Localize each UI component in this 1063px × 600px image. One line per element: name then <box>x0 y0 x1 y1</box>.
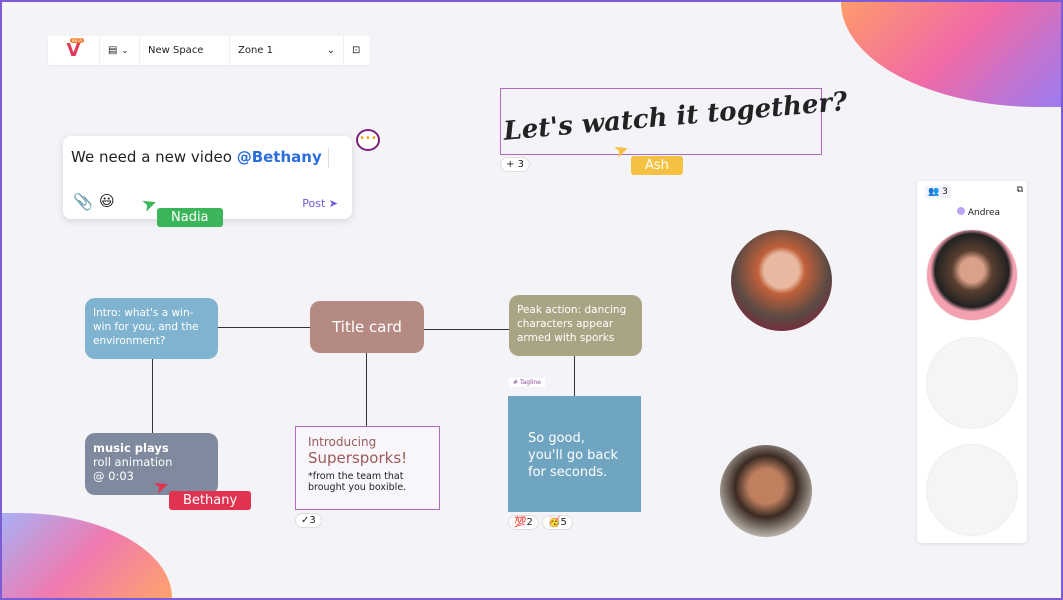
reaction-emoji: 🥳 <box>548 517 561 528</box>
decorative-blob <box>2 513 172 598</box>
music-line: roll animation <box>93 455 173 469</box>
new-frame-button[interactable]: ⊡ <box>344 36 370 65</box>
reaction-emoji: 💯 <box>514 517 527 528</box>
connector <box>218 327 310 328</box>
post-label: Post <box>302 197 326 210</box>
top-toolbar: V BETA ▤ ⌄ New Space Zone 1 ⌄ ⊡ <box>48 36 370 65</box>
space-name[interactable]: New Space <box>140 36 230 65</box>
handwritten-text: Let's watch it together? <box>502 86 849 147</box>
participant-video[interactable] <box>720 445 812 537</box>
cursor-label-bethany: Bethany <box>169 491 252 510</box>
reaction-count: 3 <box>309 515 316 526</box>
comment-box[interactable]: We need a new video @Bethany 📎 😃 Post ➤ <box>63 136 352 219</box>
tagline-card[interactable]: So good, you'll go back for seconds. <box>508 396 641 512</box>
participant-video[interactable] <box>731 230 832 331</box>
cursor-label-nadia: Nadia <box>157 208 223 227</box>
attachment-icon[interactable]: 📎 <box>73 192 93 211</box>
chevron-down-icon: ⌄ <box>326 45 335 56</box>
zone-select[interactable]: Zone 1 ⌄ <box>230 36 344 65</box>
tag-text: Tagline <box>519 379 541 386</box>
chevron-down-icon: ⌄ <box>121 46 129 55</box>
participant-count: 👥 3 <box>925 186 951 198</box>
post-button[interactable]: Post ➤ <box>302 197 338 210</box>
mention: @Bethany <box>236 148 322 166</box>
zone-label: Zone 1 <box>238 45 273 56</box>
comment-input[interactable]: We need a new video @Bethany <box>71 148 322 166</box>
add-frame-icon: ⊡ <box>352 45 361 56</box>
reaction-badge[interactable]: + 3 <box>500 157 530 172</box>
empty-slot[interactable] <box>926 337 1018 429</box>
intro-subtext: *from the team that brought you boxible. <box>308 471 407 493</box>
empty-slot[interactable] <box>926 444 1018 536</box>
music-line: music plays <box>93 441 169 455</box>
flow-node-intro[interactable]: Intro: what's a win-win for you, and the… <box>85 298 218 359</box>
intro-heading: Introducing <box>308 435 377 449</box>
chat-bubble-icon[interactable]: ••• <box>356 129 380 151</box>
connector <box>424 329 509 330</box>
divider <box>328 148 329 168</box>
app-logo[interactable]: V BETA <box>48 36 100 65</box>
flow-node-peak[interactable]: Peak action: dancing characters appear a… <box>509 295 642 356</box>
reaction-count: 5 <box>560 517 567 528</box>
send-icon: ➤ <box>328 197 338 210</box>
reaction-badge[interactable]: 🥳5 <box>542 515 573 530</box>
status-dot <box>957 207 965 215</box>
presenter: Andrea <box>957 207 1000 218</box>
flow-node-music[interactable]: music plays roll animation @ 0:03 <box>85 433 218 495</box>
reaction-count: 2 <box>526 517 533 528</box>
handwritten-note[interactable]: Let's watch it together? <box>500 86 849 155</box>
decorative-blob <box>841 2 1061 107</box>
cursor-label-ash: Ash <box>631 156 683 175</box>
participant-video[interactable] <box>926 229 1018 321</box>
emoji-button[interactable]: 😃 <box>99 192 115 210</box>
reaction-badge[interactable]: ✓3 <box>295 513 322 528</box>
folder-menu-button[interactable]: ▤ ⌄ <box>100 36 140 65</box>
folder-icon: ▤ <box>108 45 118 56</box>
tag-label[interactable]: # Tagline <box>509 378 545 387</box>
reaction-count: 3 <box>517 159 524 170</box>
beta-badge: BETA <box>70 38 85 43</box>
intro-brand: Supersporks! <box>308 449 408 467</box>
count: 3 <box>942 187 948 197</box>
expand-icon[interactable]: ⧉ <box>1017 185 1023 195</box>
logo-icon: V <box>66 40 81 61</box>
connector <box>574 356 575 396</box>
connector <box>366 353 367 426</box>
connector <box>152 359 153 433</box>
intro-text-card[interactable]: Introducing Supersporks! *from the team … <box>295 426 440 510</box>
participants-panel: 👥 3 ⧉ Andrea <box>917 181 1027 543</box>
reaction-badge[interactable]: 💯2 <box>508 515 539 530</box>
comment-text: We need a new video <box>71 148 237 166</box>
presenter-name: Andrea <box>967 208 1001 218</box>
flow-node-title-card[interactable]: Title card <box>310 301 424 353</box>
